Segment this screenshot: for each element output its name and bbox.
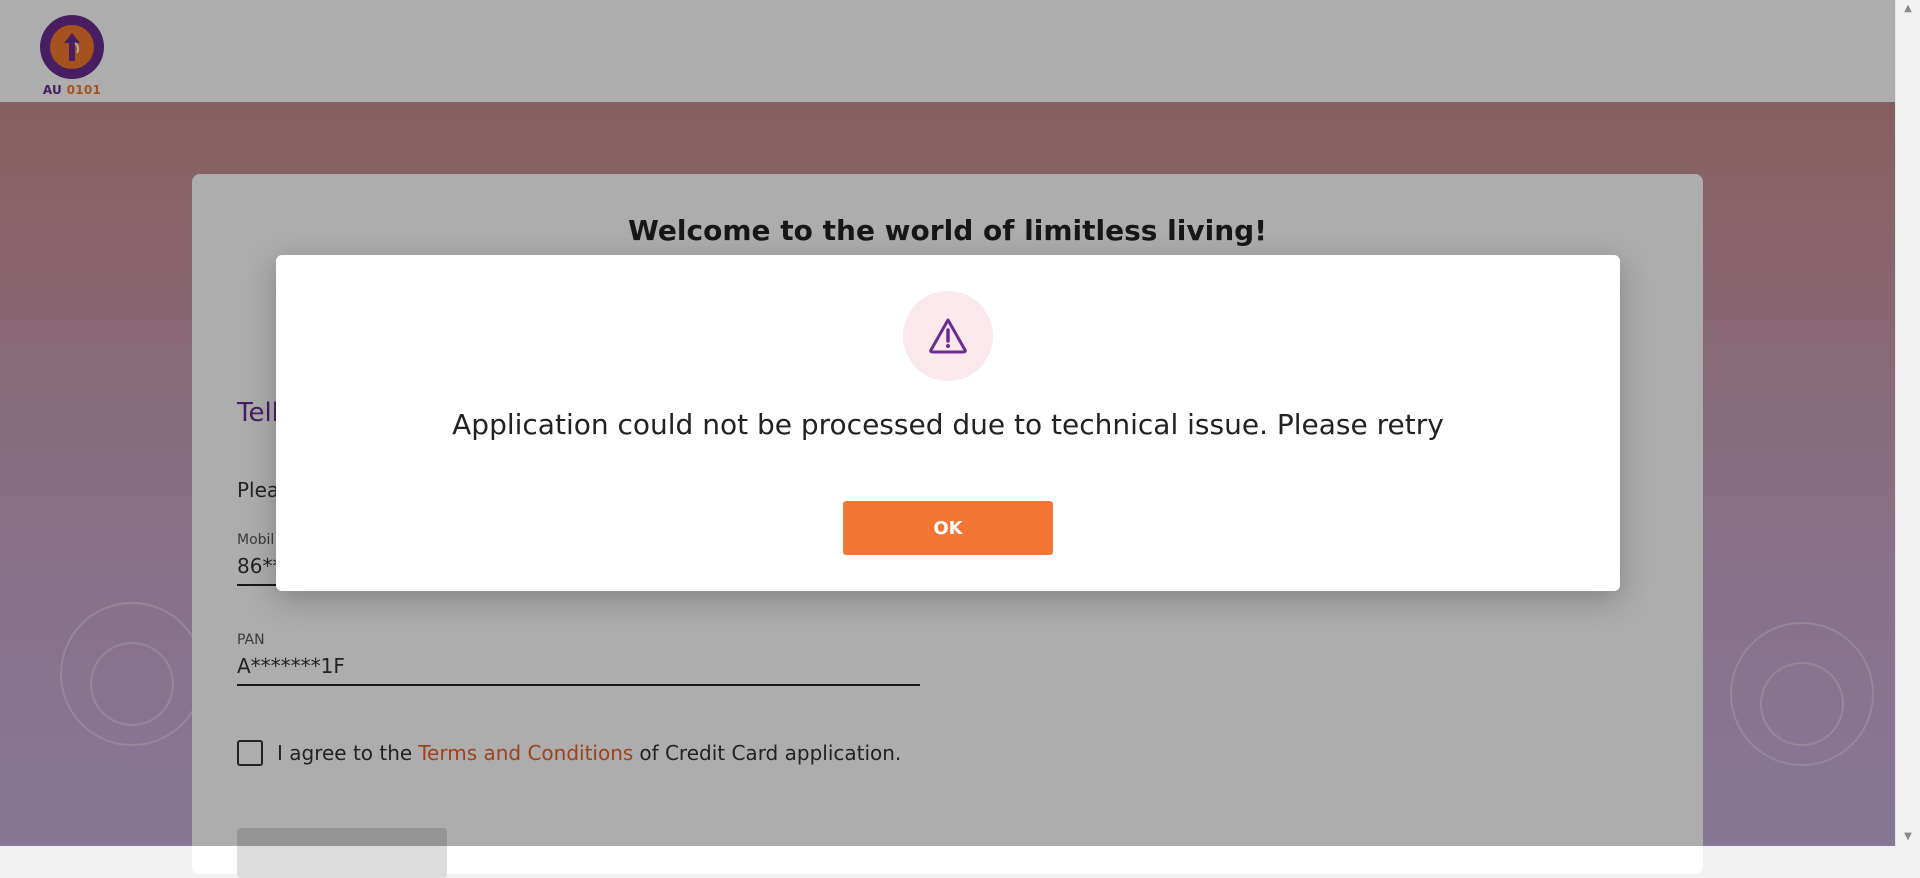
warning-triangle-icon xyxy=(929,318,967,354)
error-message: Application could not be processed due t… xyxy=(452,408,1444,441)
warning-badge xyxy=(903,291,993,381)
scrollbar[interactable]: ▲ ▼ xyxy=(1895,0,1920,846)
ok-button[interactable]: OK xyxy=(843,501,1053,555)
scroll-down-arrow-icon[interactable]: ▼ xyxy=(1896,828,1920,846)
error-dialog: Application could not be processed due t… xyxy=(276,255,1620,591)
scroll-up-arrow-icon[interactable]: ▲ xyxy=(1896,0,1920,18)
